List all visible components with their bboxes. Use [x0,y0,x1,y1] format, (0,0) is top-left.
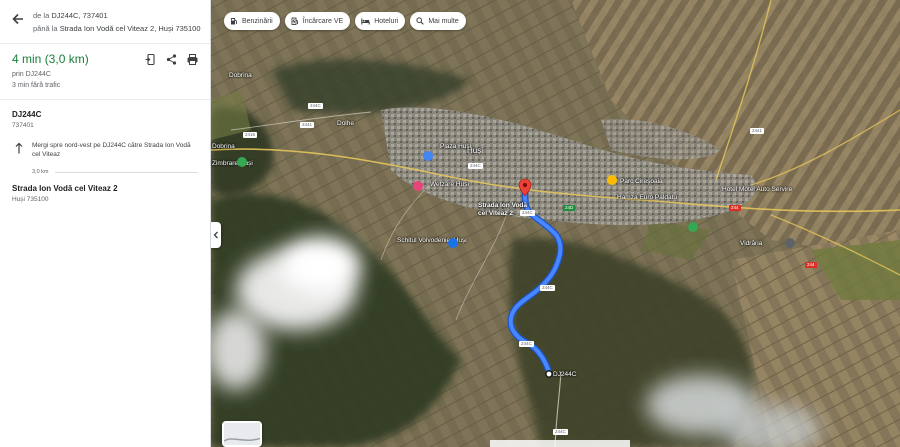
place-label[interactable]: Dobrina [212,143,235,150]
chevron-left-icon [213,231,218,239]
send-to-phone-icon[interactable] [145,52,156,66]
place-label[interactable]: Plaza Huși [440,143,471,150]
place-label[interactable]: Dobrina [229,72,252,79]
start-point[interactable]: DJ244C 737401 [0,100,210,129]
poi-marker-icon[interactable] [607,175,617,185]
gas-station-icon [231,18,237,25]
poi-marker-icon[interactable] [413,181,423,191]
chip-label: Hoteluri [374,17,399,25]
place-label[interactable]: Hamza Euro Paldatu [617,194,677,201]
satellite-map[interactable] [211,0,900,447]
place-label[interactable]: Hotel Motel Auto Servire [722,186,792,193]
map-footer-strip [490,440,630,447]
destination-name: Strada Ion Vodă cel Viteaz 2 [12,184,118,193]
destination-point[interactable]: Strada Ion Vodă cel Viteaz 2 Huși 735100 [0,175,210,203]
direction-step[interactable]: Mergi spre nord-vest pe DJ244C către Str… [0,129,210,175]
chip-label: Încărcare VE [302,17,344,25]
travel-duration: 4 min [12,52,42,66]
layers-toggle-button[interactable] [222,421,262,447]
road-shield: 244C [553,429,568,435]
category-chips: Benzinării Încărcare VE Hoteluri Mai mul… [224,12,466,30]
map-layer-icon [224,423,260,445]
print-icon[interactable] [187,52,198,65]
route-via: prin DJ244C [12,71,51,78]
chip-more[interactable]: Mai multe [410,12,466,30]
hotel-icon [361,18,370,25]
travel-distance: (3,0 km) [44,52,89,66]
collapse-panel-button[interactable] [211,222,221,248]
satellite-imagery [211,0,900,447]
road-shield: 244 [805,262,817,268]
ev-charging-icon [291,17,298,25]
directions-panel: de la DJ244C, 737401 până la Strada Ion … [0,0,211,447]
start-name: DJ244C [12,110,42,119]
destination-prefix: până la [33,24,58,33]
start-marker [544,369,553,378]
step-distance: 3,0 km [32,169,49,175]
road-shield: 244C [520,210,535,216]
origin-prefix: de la [33,11,50,20]
road-shield: 244C [468,163,483,169]
place-label[interactable]: Dolhe [337,120,354,127]
place-label[interactable]: Parc Cireșoaia [620,178,663,185]
origin-place: DJ244C, 737401 [51,11,108,20]
chip-ev-charging[interactable]: Încărcare VE [284,12,351,30]
chip-hotels[interactable]: Hoteluri [355,12,406,30]
poi-marker-icon[interactable] [423,151,433,161]
destination-town: Huși 735100 [12,196,49,203]
road-shield: 2415 [243,132,258,138]
step-distance-row: 3,0 km [32,169,198,175]
origin-line[interactable]: de la DJ244C, 737401 [33,11,108,20]
road-shield: 2441 [300,122,315,128]
road-shield: 244 [729,205,741,211]
road-shield: 24D [563,205,576,211]
destination-line[interactable]: până la Strada Ion Vodă cel Viteaz 2, Hu… [33,24,201,33]
road-shield: 244C [540,285,555,291]
route-tools [145,52,198,66]
route-endpoints: de la DJ244C, 737401 până la Strada Ion … [0,0,210,44]
chip-label: Benzinării [242,17,273,25]
step-divider [54,171,198,173]
step-instruction: Mergi spre nord-vest pe DJ244C către Str… [32,142,191,158]
place-label[interactable]: Vidrăria [740,240,762,247]
route-summary: 4 min (3,0 km) prin DJ244C 3 min fără tr… [0,44,210,100]
poi-marker-icon[interactable] [237,157,247,167]
road-shield: 244C [519,341,534,347]
search-icon [416,17,425,25]
arrow-up-icon [15,142,23,154]
start-postcode: 737401 [12,122,34,129]
back-arrow-icon[interactable] [10,11,26,27]
road-shield: 244C [308,103,323,109]
poi-marker-icon[interactable] [785,238,795,248]
road-shield: 2441 [750,128,765,134]
place-label[interactable]: Wetzare Huși [430,181,469,188]
poi-marker-icon[interactable] [448,238,458,248]
start-map-label[interactable]: DJ244C [553,371,576,378]
chip-gas-stations[interactable]: Benzinării [224,12,280,30]
destination-place: Strada Ion Vodă cel Viteaz 2, Huși 73510… [59,24,201,33]
traffic-note: 3 min fără trafic [12,82,61,89]
share-icon[interactable] [166,52,177,65]
chip-label: Mai multe [428,17,459,25]
poi-marker-icon[interactable] [688,222,698,232]
